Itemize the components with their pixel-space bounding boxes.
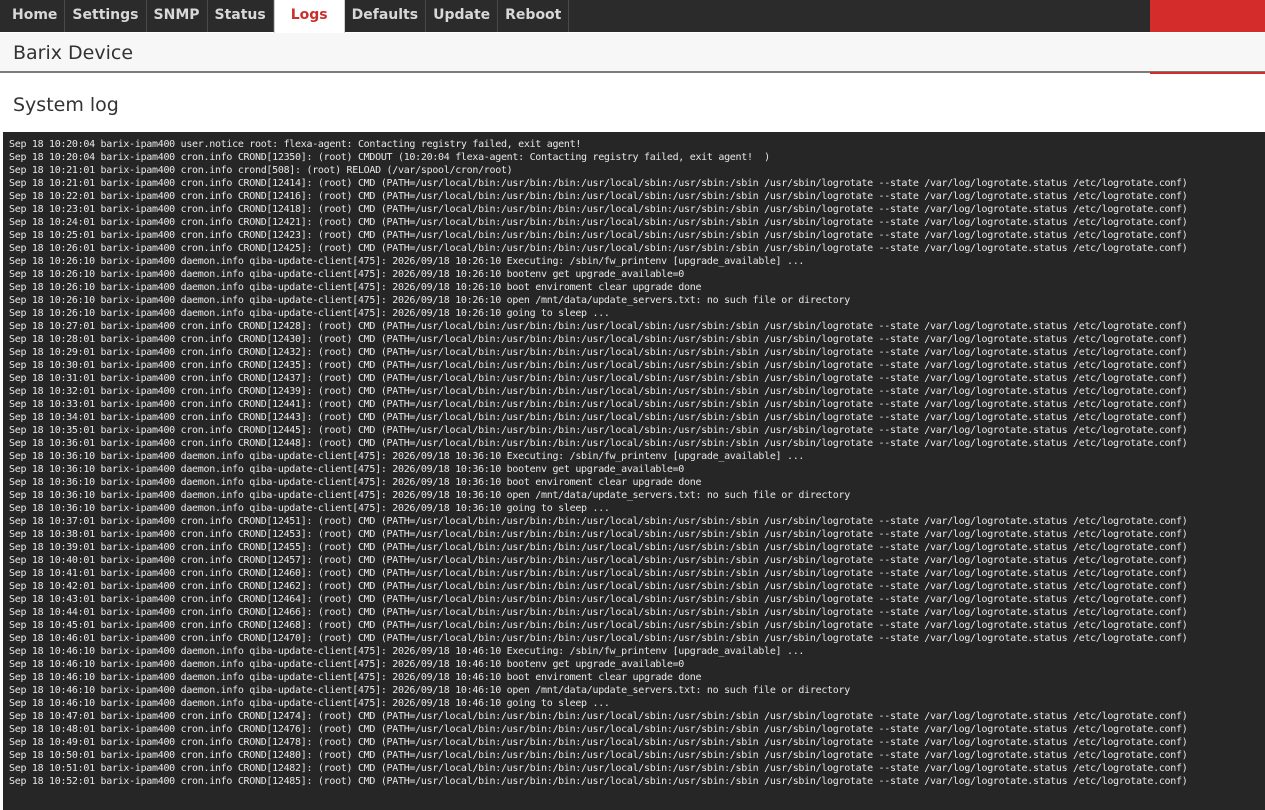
- brand-accent-block: [1150, 0, 1265, 32]
- log-line: Sep 18 10:26:10 barix-ipam400 daemon.inf…: [9, 269, 685, 280]
- log-line: Sep 18 10:50:01 barix-ipam400 cron.info …: [9, 750, 1188, 761]
- tab-snmp[interactable]: SNMP: [147, 0, 208, 32]
- log-line: Sep 18 10:46:01 barix-ipam400 cron.info …: [9, 633, 1188, 644]
- log-line: Sep 18 10:47:01 barix-ipam400 cron.info …: [9, 711, 1188, 722]
- log-line: Sep 18 10:31:01 barix-ipam400 cron.info …: [9, 373, 1188, 384]
- log-line: Sep 18 10:36:10 barix-ipam400 daemon.inf…: [9, 490, 850, 501]
- log-line: Sep 18 10:29:01 barix-ipam400 cron.info …: [9, 347, 1188, 358]
- tab-reboot[interactable]: Reboot: [498, 0, 570, 32]
- log-line: Sep 18 10:43:01 barix-ipam400 cron.info …: [9, 594, 1188, 605]
- log-line: Sep 18 10:37:01 barix-ipam400 cron.info …: [9, 516, 1188, 527]
- log-line: Sep 18 10:26:10 barix-ipam400 daemon.inf…: [9, 308, 610, 319]
- log-line: Sep 18 10:26:10 barix-ipam400 daemon.inf…: [9, 282, 702, 293]
- log-line: Sep 18 10:52:01 barix-ipam400 cron.info …: [9, 776, 1188, 787]
- log-line: Sep 18 10:33:01 barix-ipam400 cron.info …: [9, 399, 1188, 410]
- tab-logs[interactable]: Logs: [273, 0, 345, 33]
- log-line: Sep 18 10:20:04 barix-ipam400 cron.info …: [9, 152, 770, 163]
- log-line: Sep 18 10:28:01 barix-ipam400 cron.info …: [9, 334, 1188, 345]
- system-log-panel[interactable]: Sep 18 10:20:04 barix-ipam400 user.notic…: [3, 132, 1265, 810]
- log-line: Sep 18 10:48:01 barix-ipam400 cron.info …: [9, 724, 1188, 735]
- log-line: Sep 18 10:30:01 barix-ipam400 cron.info …: [9, 360, 1188, 371]
- log-line: Sep 18 10:46:10 barix-ipam400 daemon.inf…: [9, 672, 702, 683]
- log-line: Sep 18 10:26:10 barix-ipam400 daemon.inf…: [9, 295, 850, 306]
- log-line: Sep 18 10:45:01 barix-ipam400 cron.info …: [9, 620, 1188, 631]
- log-line: Sep 18 10:22:01 barix-ipam400 cron.info …: [9, 191, 1188, 202]
- log-line: Sep 18 10:39:01 barix-ipam400 cron.info …: [9, 542, 1188, 553]
- tab-settings[interactable]: Settings: [65, 0, 147, 32]
- log-line: Sep 18 10:49:01 barix-ipam400 cron.info …: [9, 737, 1188, 748]
- log-line: Sep 18 10:24:01 barix-ipam400 cron.info …: [9, 217, 1188, 228]
- top-navbar: Home Settings SNMP Status Logs Defaults …: [0, 0, 1265, 33]
- log-line: Sep 18 10:38:01 barix-ipam400 cron.info …: [9, 529, 1188, 540]
- device-title: Barix Device: [13, 42, 134, 64]
- tab-status[interactable]: Status: [208, 0, 274, 32]
- log-line: Sep 18 10:32:01 barix-ipam400 cron.info …: [9, 386, 1188, 397]
- log-line: Sep 18 10:25:01 barix-ipam400 cron.info …: [9, 230, 1188, 241]
- log-line: Sep 18 10:46:10 barix-ipam400 daemon.inf…: [9, 698, 610, 709]
- log-line: Sep 18 10:41:01 barix-ipam400 cron.info …: [9, 568, 1188, 579]
- log-line: Sep 18 10:36:10 barix-ipam400 daemon.inf…: [9, 451, 805, 462]
- header-accent-line: [1150, 72, 1265, 74]
- log-line: Sep 18 10:26:01 barix-ipam400 cron.info …: [9, 243, 1188, 254]
- log-line: Sep 18 10:36:10 barix-ipam400 daemon.inf…: [9, 477, 702, 488]
- log-line: Sep 18 10:21:01 barix-ipam400 cron.info …: [9, 178, 1188, 189]
- log-line: Sep 18 10:36:10 barix-ipam400 daemon.inf…: [9, 503, 610, 514]
- log-line: Sep 18 10:27:01 barix-ipam400 cron.info …: [9, 321, 1188, 332]
- log-line: Sep 18 10:36:01 barix-ipam400 cron.info …: [9, 438, 1188, 449]
- log-line: Sep 18 10:21:01 barix-ipam400 cron.info …: [9, 165, 513, 176]
- log-line: Sep 18 10:51:01 barix-ipam400 cron.info …: [9, 763, 1188, 774]
- log-line: Sep 18 10:42:01 barix-ipam400 cron.info …: [9, 581, 1188, 592]
- nav-tabs: Home Settings SNMP Status Logs Defaults …: [0, 0, 570, 33]
- log-line: Sep 18 10:46:10 barix-ipam400 daemon.inf…: [9, 685, 850, 696]
- log-line: Sep 18 10:44:01 barix-ipam400 cron.info …: [9, 607, 1188, 618]
- log-line: Sep 18 10:26:10 barix-ipam400 daemon.inf…: [9, 256, 805, 267]
- device-header: Barix Device: [0, 33, 1265, 73]
- tab-update[interactable]: Update: [426, 0, 499, 32]
- tab-defaults[interactable]: Defaults: [345, 0, 427, 32]
- log-line: Sep 18 10:35:01 barix-ipam400 cron.info …: [9, 425, 1188, 436]
- log-line: Sep 18 10:46:10 barix-ipam400 daemon.inf…: [9, 646, 805, 657]
- tab-home[interactable]: Home: [0, 0, 66, 32]
- log-line: Sep 18 10:23:01 barix-ipam400 cron.info …: [9, 204, 1188, 215]
- page-title: System log: [13, 94, 119, 116]
- log-line: Sep 18 10:20:04 barix-ipam400 user.notic…: [9, 139, 582, 150]
- log-line: Sep 18 10:40:01 barix-ipam400 cron.info …: [9, 555, 1188, 566]
- log-line: Sep 18 10:46:10 barix-ipam400 daemon.inf…: [9, 659, 685, 670]
- log-line: Sep 18 10:34:01 barix-ipam400 cron.info …: [9, 412, 1188, 423]
- log-line: Sep 18 10:36:10 barix-ipam400 daemon.inf…: [9, 464, 685, 475]
